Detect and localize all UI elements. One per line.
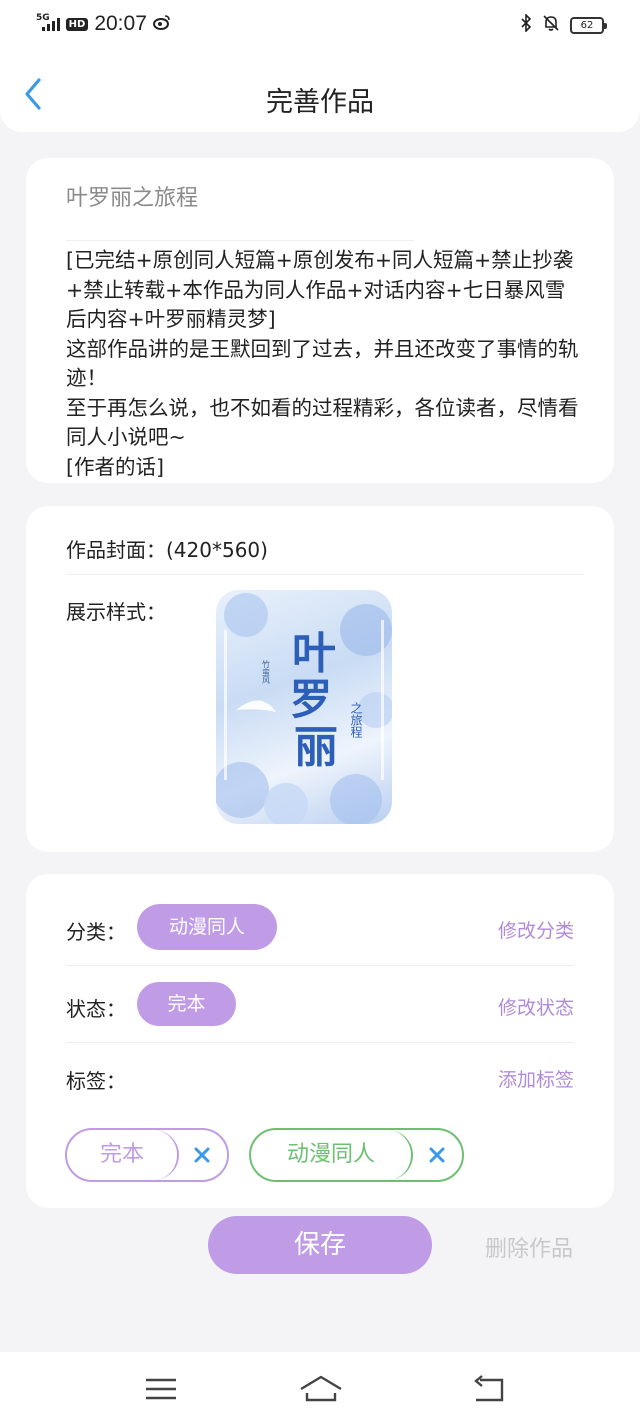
- display-style-label: 展示样式：: [66, 600, 166, 624]
- cover-image[interactable]: 叶 罗 丽 之旅程 竹蛮风: [216, 590, 392, 824]
- tag-chip-label: 动漫同人: [251, 1130, 413, 1180]
- tag-chip-label: 完本: [67, 1130, 179, 1180]
- status-time: 20:07: [94, 12, 147, 35]
- divider: [66, 574, 584, 575]
- cover-label: 作品封面：(420*560): [66, 538, 268, 562]
- edit-category-link[interactable]: 修改分类: [498, 916, 574, 943]
- remove-tag-button[interactable]: [412, 1130, 462, 1180]
- battery-icon: 62: [570, 16, 607, 34]
- remove-tag-button[interactable]: [177, 1130, 227, 1180]
- status-pill: 完本: [137, 982, 236, 1026]
- status-bar: 5G HD 20:07 62: [0, 0, 640, 50]
- status-right: 62: [520, 13, 607, 36]
- cover-author: 竹蛮风: [262, 659, 271, 685]
- divider: [66, 1042, 574, 1043]
- home-button[interactable]: [298, 1372, 344, 1406]
- network-type: 5G: [36, 12, 50, 23]
- work-title-input[interactable]: 叶罗丽之旅程: [66, 180, 198, 212]
- header: 完善作品: [0, 50, 640, 132]
- delete-work-button[interactable]: 删除作品: [485, 1231, 573, 1263]
- divider: [66, 240, 414, 241]
- work-description-textarea[interactable]: [已完结+原创同人短篇+原创发布+同人短篇+禁止抄袭+禁止转载+本作品为同人作品…: [66, 246, 584, 483]
- mute-bell-icon: [542, 14, 560, 36]
- close-icon: [429, 1147, 445, 1163]
- category-pill: 动漫同人: [137, 904, 277, 950]
- tags-label: 标签：: [66, 1069, 126, 1093]
- menu-button[interactable]: [141, 1372, 181, 1406]
- page-title: 完善作品: [266, 87, 374, 118]
- status-label: 状态：: [66, 997, 126, 1021]
- category-label: 分类：: [66, 920, 126, 944]
- save-button[interactable]: 保存: [208, 1216, 432, 1274]
- meta-card: 分类： 动漫同人 修改分类 状态： 完本 修改状态 标签： 添加标签 完本 动漫…: [26, 874, 614, 1208]
- cover-title-char: 叶: [292, 628, 336, 679]
- cover-artwork: 叶 罗 丽 之旅程 竹蛮风: [216, 593, 392, 824]
- tag-chip: 完本: [65, 1128, 229, 1182]
- hd-badge: HD: [65, 17, 89, 31]
- work-info-card: 叶罗丽之旅程 [已完结+原创同人短篇+原创发布+同人短篇+禁止抄袭+禁止转载+本…: [26, 158, 614, 483]
- edit-status-link[interactable]: 修改状态: [498, 993, 574, 1020]
- divider: [66, 965, 574, 966]
- add-tag-link[interactable]: 添加标签: [498, 1065, 574, 1092]
- menu-icon: [146, 1378, 176, 1400]
- cover-subtitle: 之旅程: [349, 702, 363, 739]
- status-left: 5G HD 20:07: [36, 12, 171, 36]
- bluetooth-icon: [520, 13, 532, 36]
- cover-title-char: 罗: [290, 675, 332, 724]
- tag-chip: 动漫同人: [249, 1128, 464, 1182]
- cover-card: 作品封面：(420*560) 展示样式： 叶 罗 丽 之旅程 竹蛮风: [26, 506, 614, 852]
- close-icon: [194, 1147, 210, 1163]
- back-nav-button[interactable]: [470, 1372, 510, 1406]
- back-icon: [474, 1375, 504, 1402]
- home-icon: [300, 1375, 342, 1402]
- weibo-icon: [152, 14, 171, 34]
- system-nav-bar: [0, 1352, 640, 1427]
- cover-title-char: 丽: [294, 722, 338, 773]
